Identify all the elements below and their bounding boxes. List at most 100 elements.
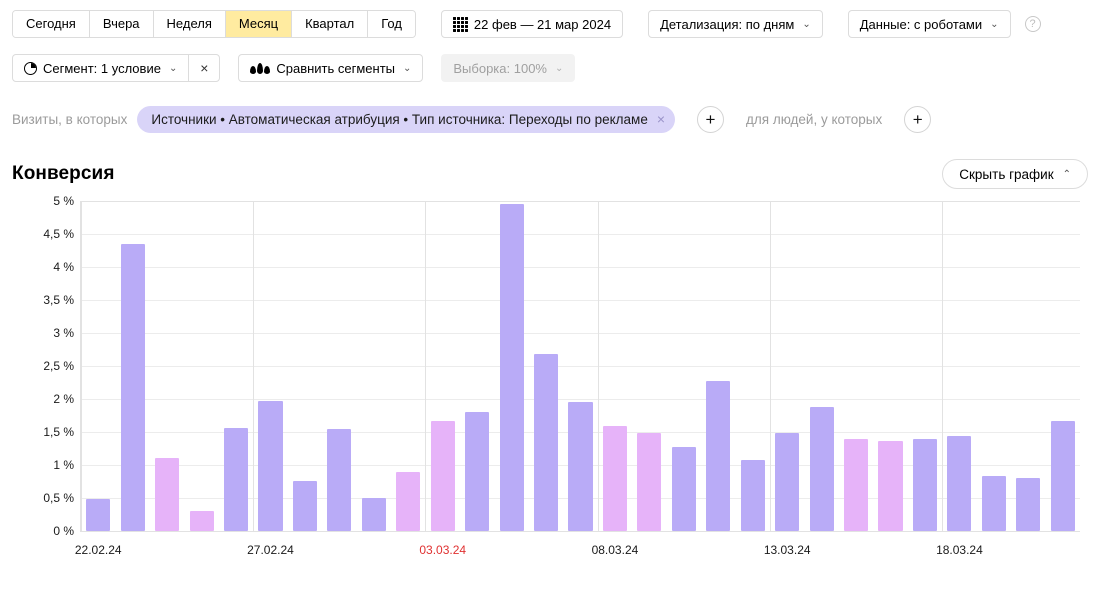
chart-bar[interactable] [1050, 420, 1075, 531]
chart-bar[interactable] [430, 421, 455, 531]
y-axis-tick-label: 1,5 % [43, 425, 74, 439]
chart-bar[interactable] [1016, 477, 1041, 531]
hide-chart-button[interactable]: Скрыть график ⌃ [942, 159, 1088, 189]
period-tab-month[interactable]: Месяц [225, 11, 293, 37]
chart-bar[interactable] [947, 435, 972, 531]
chevron-up-icon: ⌃ [1062, 168, 1071, 180]
gridline-horizontal [81, 366, 1080, 367]
chevron-down-icon: ⌄ [555, 62, 564, 74]
segment-toolbar: Сегмент: 1 условие ⌄ × Сравнить сегменты… [0, 40, 1100, 84]
x-axis-tick-label: 27.02.24 [247, 543, 294, 557]
x-axis-tick-label: 22.02.24 [74, 543, 122, 557]
calendar-grid-icon [452, 16, 468, 32]
chevron-down-icon: ⌄ [802, 18, 811, 30]
chart-bar[interactable] [396, 471, 421, 531]
gridline-vertical [770, 201, 771, 531]
compare-segments-button[interactable]: Сравнить сегменты ⌄ [238, 54, 424, 82]
y-axis-tick-label: 4,5 % [43, 227, 74, 241]
period-toolbar: Сегодня Вчера Неделя Месяц Квартал Год 2… [0, 0, 1100, 40]
chart-bar[interactable] [223, 428, 249, 531]
chart-bar[interactable] [844, 438, 869, 531]
chart-bar[interactable] [533, 354, 559, 531]
gridline-vertical [425, 201, 426, 531]
gridline-vertical [942, 201, 943, 531]
period-tab-group: Сегодня Вчера Неделя Месяц Квартал Год [12, 10, 416, 38]
chart-bar[interactable] [912, 438, 938, 531]
chart-bar[interactable] [706, 380, 731, 531]
chart-bar[interactable] [740, 459, 765, 531]
segment-select[interactable]: Сегмент: 1 условие ⌄ [13, 55, 188, 81]
chart-bar[interactable] [86, 498, 111, 531]
chart-bar[interactable] [775, 432, 800, 531]
chart-bar[interactable] [292, 480, 317, 531]
chart-bar[interactable] [499, 203, 524, 531]
gridline-horizontal [81, 201, 1080, 202]
chart-bar[interactable] [671, 447, 696, 531]
gridline-horizontal [81, 300, 1080, 301]
compare-segments-label: Сравнить сегменты [276, 60, 395, 76]
chevron-down-icon: ⌄ [403, 62, 412, 74]
gridline-horizontal [81, 399, 1080, 400]
data-source-select[interactable]: Данные: с роботами ⌄ [847, 10, 1011, 38]
chevron-down-icon: ⌄ [168, 62, 178, 74]
y-axis-tick-label: 3,5 % [43, 293, 74, 307]
y-axis-tick-label: 2 % [53, 392, 74, 406]
chart-bar[interactable] [155, 457, 180, 531]
chart-bar[interactable] [568, 402, 593, 531]
chart-bar[interactable] [120, 243, 145, 531]
period-tab-quarter[interactable]: Квартал [292, 11, 369, 37]
period-tab-yesterday[interactable]: Вчера [89, 11, 154, 37]
filter-chip-source-type[interactable]: Источники • Автоматическая атрибуция • Т… [137, 105, 676, 133]
chart-bar[interactable] [465, 411, 490, 531]
period-tab-week[interactable]: Неделя [153, 11, 226, 37]
gridline-vertical [253, 201, 254, 531]
segment-label: Сегмент: 1 условие [43, 60, 161, 76]
people-filter-label: для людей, у которых [746, 111, 883, 127]
chart-bar[interactable] [602, 426, 627, 531]
chart-bar[interactable] [981, 475, 1006, 531]
y-axis-tick-label: 5 % [53, 194, 74, 208]
gridline-horizontal [81, 333, 1080, 334]
x-axis-tick-label: 18.03.24 [936, 543, 983, 557]
y-axis-tick-label: 3 % [53, 326, 74, 340]
report-header: Конверсия Скрыть график ⌃ [0, 140, 1100, 189]
period-tab-year[interactable]: Год [368, 11, 415, 37]
add-people-condition-button[interactable]: + [904, 105, 932, 133]
x-axis-tick-label: 08.03.24 [591, 543, 639, 557]
close-icon[interactable]: × [657, 111, 665, 127]
y-axis-tick-label: 1 % [53, 458, 74, 472]
y-axis-tick-label: 4 % [53, 260, 74, 274]
filter-bar: Визиты, в которых Источники • Автоматиче… [0, 84, 1100, 140]
filter-chip-text: Источники • Автоматическая атрибуция • Т… [151, 111, 648, 127]
date-range-value: 22 фев — 21 мар 2024 [473, 16, 612, 32]
sampling-select[interactable]: Выборка: 100% ⌄ [441, 54, 576, 82]
y-axis-tick-label: 0,5 % [43, 491, 74, 505]
help-icon[interactable]: ? [1024, 16, 1041, 32]
clear-segment-button[interactable]: × [188, 55, 219, 81]
detalization-select[interactable]: Детализация: по дням ⌄ [648, 10, 823, 38]
add-visit-condition-button[interactable]: + [697, 105, 725, 133]
gridline-vertical [81, 201, 82, 531]
segment-control: Сегмент: 1 условие ⌄ × [12, 54, 221, 82]
chevron-down-icon: ⌄ [990, 18, 999, 30]
chart-bar[interactable] [637, 432, 662, 531]
visits-filter-label: Визиты, в которых [12, 111, 128, 127]
chart-bar[interactable] [327, 429, 352, 531]
data-source-label: Данные: с роботами [859, 16, 983, 32]
hide-chart-label: Скрыть график [959, 166, 1054, 182]
chart-bar[interactable] [809, 406, 834, 531]
date-range-picker[interactable]: 22 фев — 21 мар 2024 [440, 10, 624, 38]
gridline-horizontal [81, 267, 1080, 268]
gridline-vertical [598, 201, 599, 531]
pie-chart-icon [24, 61, 37, 75]
chart-bar[interactable] [361, 498, 386, 531]
page-title: Конверсия [12, 163, 115, 184]
chart-plot-area: 22.02.24 27.02.24 03.03.24 08.03.24 13.03.24… [75, 201, 1080, 557]
chart-bar[interactable] [878, 441, 903, 531]
chart-bar[interactable] [258, 400, 283, 531]
chart-bar[interactable] [189, 511, 214, 531]
y-axis-labels: 0 % 0,5 % 1 % 1,5 % 2 % 2,5 % 3 % 3,5 % 4 % 4,5 %… [12, 194, 74, 538]
x-axis-tick-label: 13.03.24 [763, 543, 811, 557]
period-tab-today[interactable]: Сегодня [13, 11, 90, 37]
gridline-horizontal [81, 234, 1080, 235]
